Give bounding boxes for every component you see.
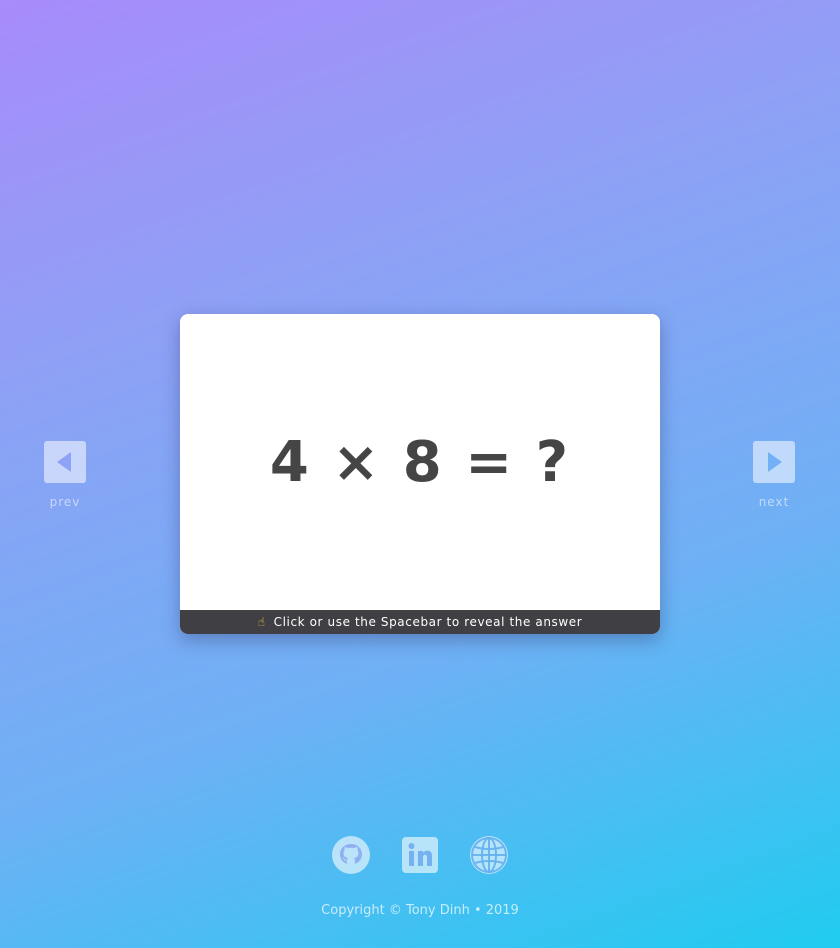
prev-label: prev <box>49 495 81 509</box>
linkedin-icon <box>402 837 438 873</box>
copyright-footer: Copyright © Tony Dinh • 2019 <box>321 903 519 918</box>
pointing-finger-icon: ☝ <box>257 615 266 629</box>
social-links <box>0 835 840 875</box>
globe-icon <box>470 836 508 874</box>
flashcard-question: 4 × 8 = ? <box>269 429 571 495</box>
hint-text: Click or use the Spacebar to reveal the … <box>273 615 583 629</box>
linkedin-link[interactable] <box>400 835 440 875</box>
website-link[interactable] <box>469 835 509 875</box>
hint-bar: ☝ Click or use the Spacebar to reveal th… <box>180 610 660 634</box>
next-button[interactable] <box>753 441 795 483</box>
next-label: next <box>758 495 790 509</box>
arrow-left-icon <box>57 452 71 472</box>
github-link[interactable] <box>331 835 371 875</box>
arrow-right-icon <box>768 452 782 472</box>
flashcard[interactable]: 4 × 8 = ? ☝ Click or use the Spacebar to… <box>180 314 660 634</box>
github-icon <box>332 836 370 874</box>
prev-button[interactable] <box>44 441 86 483</box>
prev-nav[interactable]: prev <box>35 441 95 509</box>
next-nav[interactable]: next <box>744 441 804 509</box>
